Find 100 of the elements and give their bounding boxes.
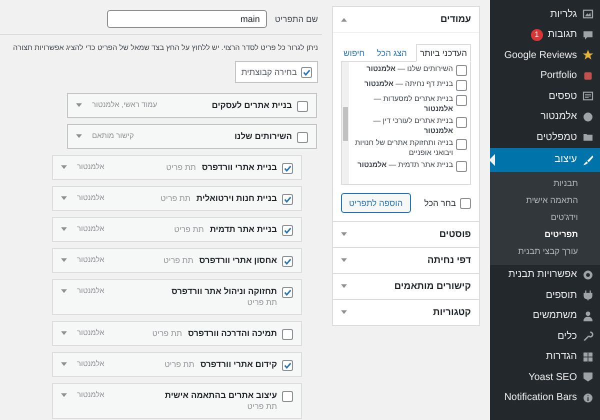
form-icon: [582, 90, 594, 102]
checkbox[interactable]: [282, 256, 293, 267]
tab[interactable]: העדכני ביותר: [416, 44, 471, 62]
caret-down-icon[interactable]: [61, 393, 67, 398]
sub-item-label: תת פריט: [164, 255, 194, 267]
checkbox[interactable]: [297, 101, 308, 112]
settings-icon: [582, 268, 594, 281]
sidebar-item[interactable]: טמפלטים: [490, 127, 600, 148]
image-icon: [582, 8, 594, 20]
select-all-label: בחר הכל: [424, 198, 456, 208]
star-icon: [582, 49, 594, 62]
sidebar-item[interactable]: Yoast SEO: [490, 367, 600, 388]
submenu-item[interactable]: עורך קבצי תבנית: [490, 242, 600, 260]
menu-item-title: בניית אתר תדמית: [210, 223, 277, 235]
checkbox[interactable]: [297, 132, 308, 143]
caret-down-icon[interactable]: [341, 310, 347, 315]
sidebar-item[interactable]: Google Reviews: [490, 45, 600, 66]
folder-icon: [582, 131, 594, 144]
wrench-icon: [582, 330, 594, 342]
scrollbar[interactable]: [342, 62, 349, 184]
submenu-item[interactable]: תבניות: [490, 174, 600, 192]
sidebar-item[interactable]: כלים: [490, 326, 600, 346]
checkbox[interactable]: [282, 360, 293, 371]
sidebar-item[interactable]: Notification Bars: [490, 388, 600, 408]
caret-down-icon[interactable]: [76, 134, 82, 139]
submenu-item[interactable]: תפריטים: [490, 226, 600, 242]
sidebar-item[interactable]: משתמשים: [490, 306, 600, 326]
plug-icon: [582, 289, 594, 302]
caret-down-icon[interactable]: [61, 331, 67, 336]
checkbox[interactable]: [301, 67, 312, 78]
caret-down-icon[interactable]: [61, 196, 67, 201]
menu-item-title: אחסון אתרי וורדפרס: [199, 254, 277, 266]
square-icon: [582, 70, 594, 82]
menu-item-title: קידום אתרי וורדפרס: [200, 358, 277, 370]
sidebar-item[interactable]: עיצוב: [490, 148, 600, 172]
checkbox[interactable]: [456, 80, 467, 91]
menu-name-label: שם התפריט: [274, 14, 318, 24]
checkbox[interactable]: [456, 139, 467, 150]
caret-down-icon[interactable]: [61, 258, 67, 263]
sidebar-item[interactable]: תוספים: [490, 285, 600, 306]
sidebar-item[interactable]: Portfolio: [490, 66, 600, 86]
sidebar-item[interactable]: גלריות: [490, 4, 600, 24]
shield-icon: [582, 371, 594, 384]
caret-down-icon[interactable]: [341, 258, 347, 263]
checkbox[interactable]: [456, 95, 467, 106]
user-icon: [582, 310, 594, 322]
sub-item-label: תת פריט: [166, 162, 196, 174]
sub-item-label: תת פריט: [247, 297, 277, 309]
checkbox[interactable]: [282, 287, 293, 298]
caret-up-icon[interactable]: [341, 17, 347, 22]
checkbox[interactable]: [456, 65, 467, 76]
checkbox[interactable]: [456, 161, 467, 172]
menu-item-title: בניית אתרי וורדפרס: [202, 161, 277, 173]
checkbox[interactable]: [282, 329, 293, 340]
section-title[interactable]: פוסטים: [439, 229, 471, 240]
sub-item-label: תת פריט: [160, 193, 190, 205]
sub-item-label: תת פריט: [174, 224, 204, 236]
caret-down-icon[interactable]: [61, 227, 67, 232]
menu-item-title: תחזוקה וניהול אתר וורדפרס: [171, 285, 277, 297]
checkbox[interactable]: [460, 198, 471, 209]
caret-down-icon[interactable]: [341, 284, 347, 289]
checkbox[interactable]: [282, 391, 293, 402]
caret-down-icon[interactable]: [61, 165, 67, 170]
caret-down-icon[interactable]: [61, 362, 67, 367]
sidebar-item[interactable]: הגדרות: [490, 346, 600, 367]
section-title[interactable]: דפי נחיתה: [427, 255, 471, 266]
checkbox[interactable]: [282, 225, 293, 236]
sidebar-item[interactable]: טפסים: [490, 86, 600, 106]
menu-name-field[interactable]: main: [106, 10, 267, 28]
add-to-menu-button[interactable]: הוספה לתפריט: [341, 193, 411, 213]
info-icon: [582, 392, 594, 404]
menu-item-title: תמיכה והדרכה וורדפרס: [188, 327, 277, 339]
submenu-item[interactable]: וידג'טים: [490, 208, 600, 226]
submenu-item[interactable]: התאמה אישית: [490, 192, 600, 208]
section-title[interactable]: עמודים: [440, 14, 471, 25]
section-title[interactable]: קישורים מותאמים: [394, 281, 471, 292]
checkbox[interactable]: [282, 194, 293, 205]
tab[interactable]: הצג הכל: [374, 45, 410, 61]
section-title[interactable]: קטגוריות: [433, 307, 471, 318]
menu-item-title: עיצוב אתרים בהתאמה אישית: [164, 389, 277, 401]
caret-down-icon[interactable]: [76, 103, 82, 108]
comment-icon: [582, 28, 594, 41]
tab[interactable]: חיפוש: [340, 45, 368, 61]
caret-down-icon[interactable]: [61, 289, 67, 294]
checkbox[interactable]: [456, 117, 467, 128]
sidebar-item[interactable]: אפשרויות תבנית: [490, 264, 600, 285]
current-page-pointer: [489, 154, 495, 166]
brush-icon: [582, 154, 594, 166]
grid-icon: [582, 350, 594, 363]
count-badge: 1: [530, 28, 543, 41]
sidebar-item[interactable]: אלמנטור: [490, 106, 600, 127]
sub-item-label: תת פריט: [164, 359, 194, 371]
menu-item-title: בניית חנות וירטואלית: [196, 192, 277, 204]
bulk-select-label: בחירה קבוצתית: [241, 67, 297, 77]
checkbox[interactable]: [282, 163, 293, 174]
sub-item-label: תת פריט: [152, 328, 182, 340]
caret-down-icon[interactable]: [341, 232, 347, 237]
menu-item-title: בניית אתרים לעסקים: [212, 99, 292, 111]
menu-item-title: השירותים שלנו: [234, 130, 292, 142]
circle-icon: [582, 110, 594, 123]
